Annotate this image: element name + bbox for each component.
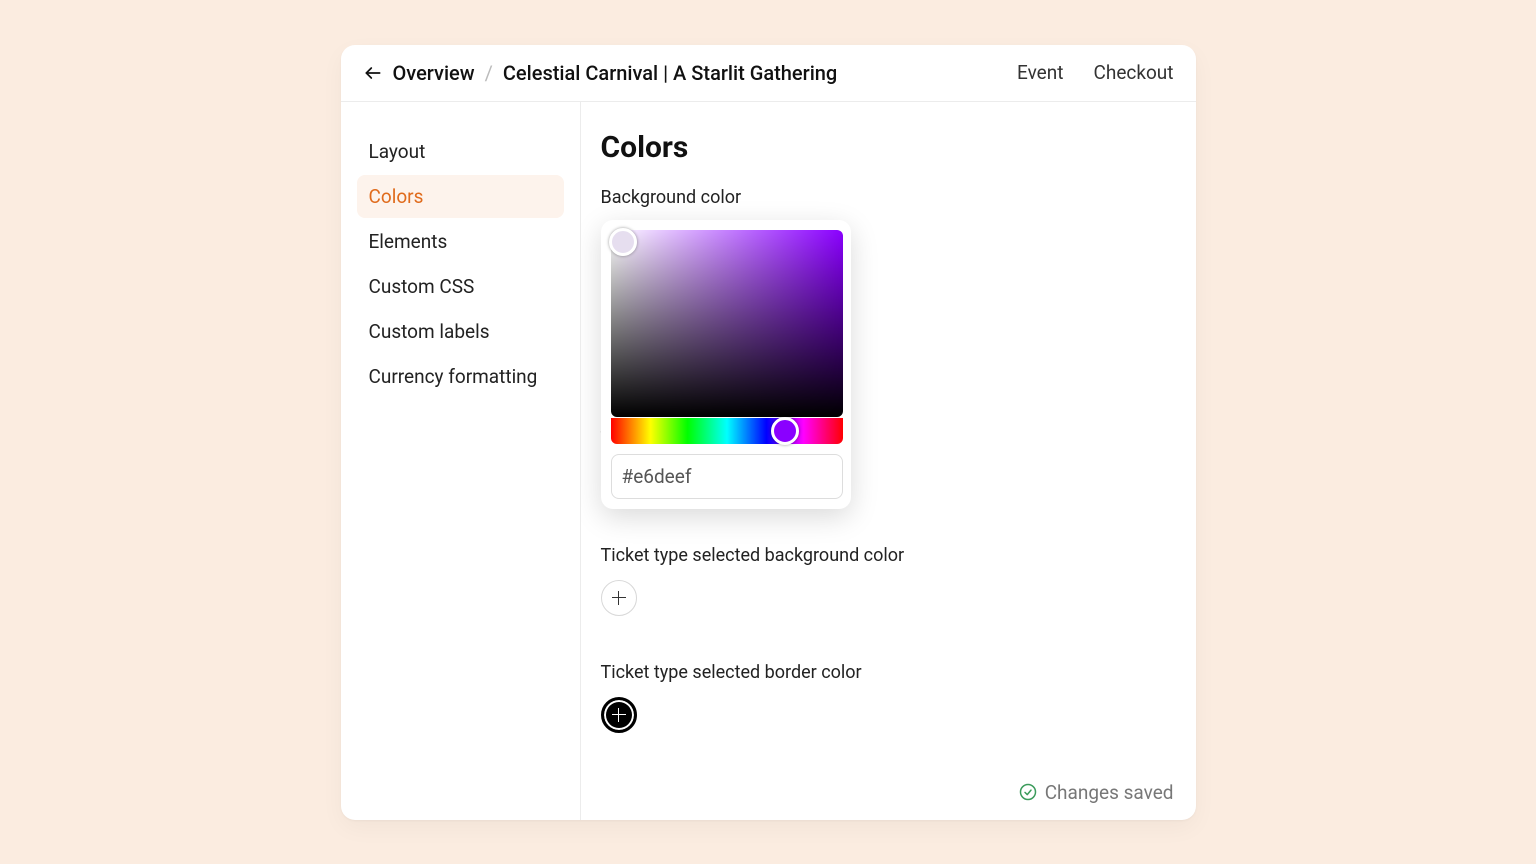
breadcrumb: Overview / Celestial Carnival | A Starli…: [363, 61, 838, 85]
save-status: Changes saved: [1019, 781, 1174, 804]
field-ticket-type-selected-border: Ticket type selected border color: [601, 662, 1176, 733]
main: Colors Background color ( ( Ticket type …: [581, 102, 1196, 820]
settings-card: Overview / Celestial Carnival | A Starli…: [341, 45, 1196, 820]
save-status-label: Changes saved: [1045, 781, 1174, 804]
sidebar-item-custom-css[interactable]: Custom CSS: [357, 265, 564, 308]
swatch-button[interactable]: [601, 697, 637, 733]
hex-input[interactable]: [611, 454, 843, 499]
sidebar-item-currency[interactable]: Currency formatting: [357, 355, 564, 398]
field-label: Background color: [601, 187, 1176, 208]
sidebar-item-layout[interactable]: Layout: [357, 130, 564, 173]
plus-icon: [612, 708, 626, 722]
color-picker-popover: [601, 220, 851, 509]
breadcrumb-title: Celestial Carnival | A Starlit Gathering: [503, 61, 837, 85]
sidebar: Layout Colors Elements Custom CSS Custom…: [341, 102, 581, 820]
field-label: Ticket type selected background color: [601, 545, 1176, 566]
body: Layout Colors Elements Custom CSS Custom…: [341, 102, 1196, 820]
header: Overview / Celestial Carnival | A Starli…: [341, 45, 1196, 102]
sidebar-item-elements[interactable]: Elements: [357, 220, 564, 263]
hue-handle[interactable]: [771, 417, 799, 445]
field-ticket-type-selected-bg: Ticket type selected background color: [601, 545, 1176, 616]
sv-handle[interactable]: [609, 228, 637, 256]
swatch-button[interactable]: [601, 580, 637, 616]
back-arrow-icon[interactable]: [363, 63, 383, 83]
sidebar-item-custom-labels[interactable]: Custom labels: [357, 310, 564, 353]
check-circle-icon: [1019, 783, 1037, 801]
sidebar-item-colors[interactable]: Colors: [357, 175, 564, 218]
plus-icon: [612, 591, 626, 605]
tab-checkout[interactable]: Checkout: [1093, 61, 1173, 84]
page-title: Colors: [601, 130, 1176, 165]
field-label: Ticket type selected border color: [601, 662, 1176, 683]
breadcrumb-separator: /: [485, 61, 493, 85]
breadcrumb-overview[interactable]: Overview: [393, 61, 475, 85]
preview-tabs: Event Checkout: [1017, 61, 1173, 84]
tab-event[interactable]: Event: [1017, 61, 1063, 84]
sv-field[interactable]: [611, 230, 843, 417]
hue-slider[interactable]: [611, 418, 843, 444]
